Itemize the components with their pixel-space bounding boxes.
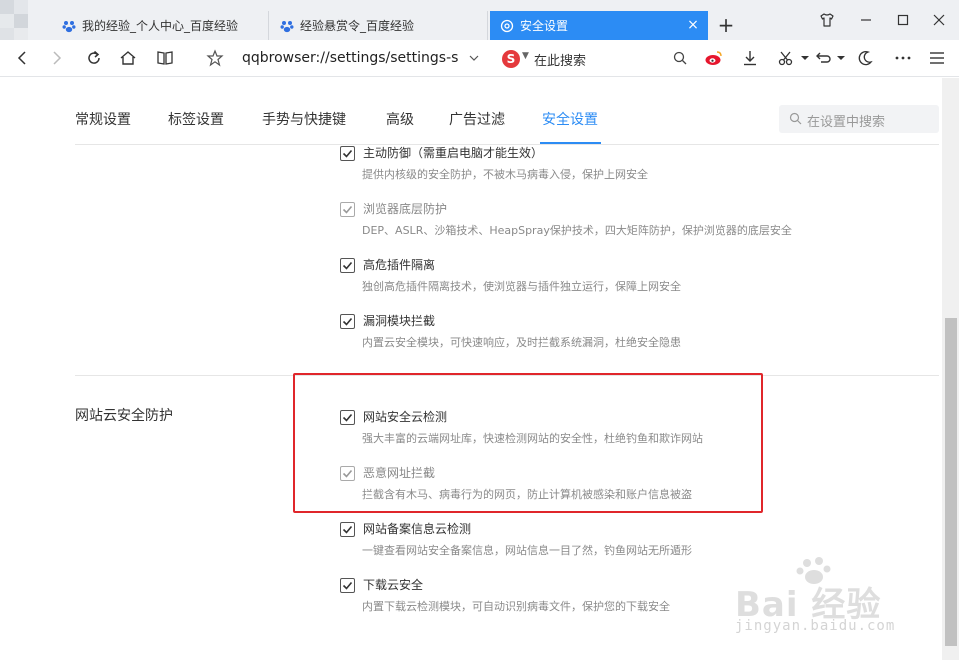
search-input[interactable]: 在此搜索 xyxy=(534,50,586,69)
tab-reward[interactable]: 经验悬赏令_百度经验 xyxy=(270,11,488,40)
close-icon[interactable]: × xyxy=(686,18,700,32)
settings-nav: 常规设置 标签设置 手势与快捷键 高级 广告过滤 安全设置 在设置中搜索 xyxy=(0,78,942,145)
tab-general[interactable]: 常规设置 xyxy=(75,109,131,129)
tab-title: 安全设置 xyxy=(520,19,569,33)
back-icon[interactable] xyxy=(12,48,32,68)
chevron-down-icon[interactable] xyxy=(831,48,851,68)
weibo-icon[interactable] xyxy=(704,48,724,68)
menu-icon[interactable] xyxy=(927,48,947,68)
active-tab-indicator xyxy=(540,142,601,144)
checkbox[interactable] xyxy=(340,146,355,161)
tab-my-experience[interactable]: 我的经验_个人中心_百度经验 xyxy=(52,11,269,40)
tab-ad-filter[interactable]: 广告过滤 xyxy=(449,109,505,129)
tab-tabs[interactable]: 标签设置 xyxy=(168,109,224,129)
tab-security[interactable]: 安全设置 xyxy=(542,109,598,129)
tab-security-settings[interactable]: 安全设置 × xyxy=(490,11,708,40)
nav-divider xyxy=(75,144,939,145)
tab-title: 我的经验_个人中心_百度经验 xyxy=(82,19,239,33)
baidu-watermark: Bai 经验 jingyan.baidu.com xyxy=(735,555,945,645)
checkbox[interactable] xyxy=(340,314,355,329)
checkbox[interactable] xyxy=(340,522,355,537)
more-dots-icon[interactable] xyxy=(893,48,913,68)
shirt-skin-icon[interactable] xyxy=(817,10,837,30)
search-engine-box[interactable]: S ▼ 在此搜索 xyxy=(496,46,692,72)
address-toolbar: qqbrowser://settings/settings-s S ▼ 在此搜索 xyxy=(0,40,959,77)
tab-gestures-shortcuts[interactable]: 手势与快捷键 xyxy=(262,109,346,129)
tab-title: 经验悬赏令_百度经验 xyxy=(300,19,415,33)
settings-gear-icon xyxy=(500,19,514,33)
blurred-avatar[interactable] xyxy=(0,0,40,40)
home-icon[interactable] xyxy=(118,48,138,68)
sogou-logo-icon[interactable]: S xyxy=(502,50,520,68)
option-label: 网站备案信息云检测 xyxy=(363,522,472,536)
settings-search-input[interactable]: 在设置中搜索 xyxy=(779,105,939,133)
reader-book-icon[interactable] xyxy=(155,48,175,68)
address-bar[interactable]: qqbrowser://settings/settings-s xyxy=(242,50,458,66)
new-tab-button[interactable]: + xyxy=(716,15,736,35)
address-dropdown-icon[interactable] xyxy=(464,48,484,68)
checkbox[interactable] xyxy=(340,258,355,273)
option-description: DEP、ASLR、沙箱技术、HeapSpray保护技术，四大矩阵防护，保护浏览器… xyxy=(362,224,792,237)
watermark-url: jingyan.baidu.com xyxy=(735,618,896,634)
refresh-icon[interactable] xyxy=(84,48,104,68)
checkbox[interactable] xyxy=(340,578,355,593)
undo-icon[interactable] xyxy=(812,48,832,68)
option-label: 浏览器底层防护 xyxy=(363,202,448,216)
tab-advanced[interactable]: 高级 xyxy=(386,109,414,129)
option-description: 独创高危插件隔离技术，使浏览器与插件独立运行，保障上网安全 xyxy=(362,280,681,293)
minimize-icon[interactable] xyxy=(856,10,876,30)
engine-dropdown-icon[interactable]: ▼ xyxy=(522,51,529,61)
settings-search-placeholder: 在设置中搜索 xyxy=(807,115,886,130)
checkbox xyxy=(340,202,355,217)
option-description: 提供内核级的安全防护，不被木马病毒入侵，保护上网安全 xyxy=(362,168,648,181)
option-description: 内置下载云检测模块，可自动识别病毒文件，保护您的下载安全 xyxy=(362,600,670,613)
download-icon[interactable] xyxy=(740,48,760,68)
bookmark-star-icon[interactable] xyxy=(205,48,225,68)
scissors-icon[interactable] xyxy=(776,48,796,68)
tab-strip: 我的经验_个人中心_百度经验 经验悬赏令_百度经验 安全设置 × + xyxy=(0,0,959,40)
window-close-icon[interactable] xyxy=(929,10,949,30)
option-label: 主动防御（需重启电脑才能生效） xyxy=(363,146,544,160)
option-label: 下载云安全 xyxy=(363,578,424,592)
scrollbar-thumb[interactable] xyxy=(945,318,957,646)
maximize-icon[interactable] xyxy=(893,10,913,30)
annotation-highlight-box xyxy=(293,373,763,513)
option-description: 一键查看网站安全备案信息，网站信息一目了然，钓鱼网站无所遁形 xyxy=(362,544,692,557)
night-mode-moon-icon[interactable] xyxy=(855,48,875,68)
baidu-paw-icon xyxy=(62,19,76,33)
baidu-paw-icon xyxy=(280,19,294,33)
search-icon[interactable] xyxy=(670,48,690,68)
option-label: 漏洞模块拦截 xyxy=(363,314,436,328)
option-description: 内置云安全模块，可快速响应，及时拦截系统漏洞，杜绝安全隐患 xyxy=(362,336,681,349)
section-title: 网站云安全防护 xyxy=(75,408,173,424)
search-icon xyxy=(789,112,802,128)
forward-icon[interactable] xyxy=(47,48,67,68)
option-label: 高危插件隔离 xyxy=(363,258,436,272)
